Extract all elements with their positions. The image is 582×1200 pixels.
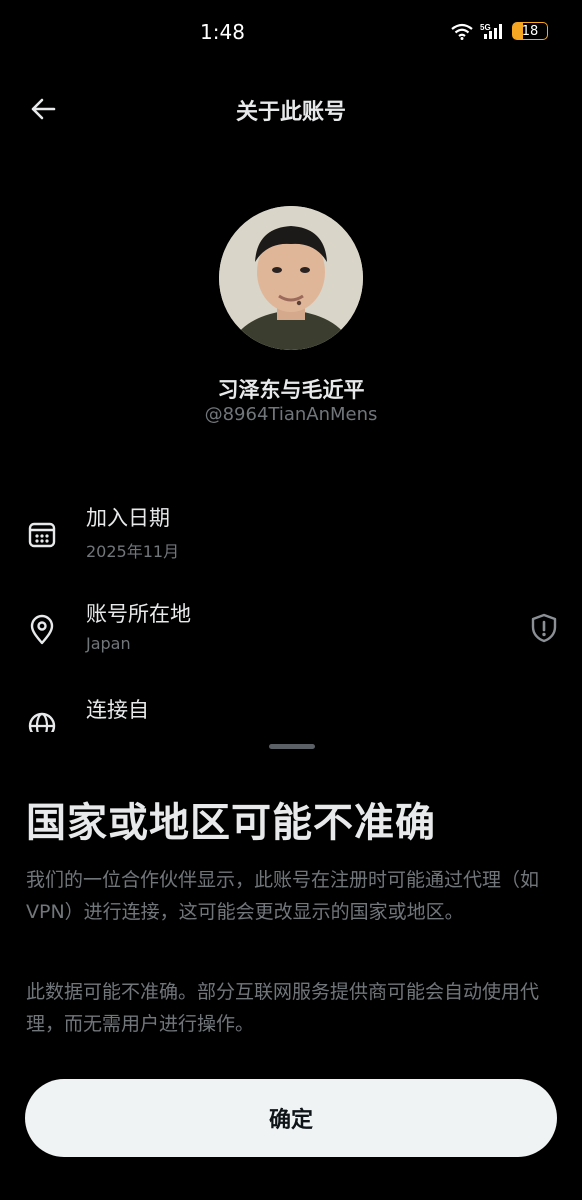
sheet-drag-handle[interactable] [269,744,315,749]
location-pin-icon [30,614,54,645]
connected-via-label: 连接自 [86,698,149,722]
header: 关于此账号 [0,80,582,140]
join-date-label: 加入日期 [86,506,170,530]
shield-alert-icon[interactable] [528,612,560,644]
sheet-paragraph-vpn: 我们的一位合作伙伴显示，此账号在注册时可能通过代理（如 VPN）进行连接，这可能… [26,869,540,923]
wifi-icon [451,23,473,40]
page-title: 关于此账号 [235,100,346,125]
join-date-value: 2025年11月 [86,542,180,561]
info-row-account-location: 账号所在地 Japan [0,598,582,668]
status-icons: 5G 18 [450,22,548,40]
account-location-label: 账号所在地 [86,602,191,626]
battery-indicator: 18 [512,22,548,40]
avatar-portrait [219,206,363,350]
confirm-button[interactable]: 确定 [25,1079,557,1157]
sheet-paragraph-accuracy: 此数据可能不准确。部分互联网服务提供商可能会自动使用代理，而无需用户进行操作。 [26,981,540,1035]
profile-handle: @8964TianAnMens [204,404,378,425]
info-row-join-date: 加入日期 2025年11月 [0,502,582,572]
profile-display-name: 习泽东与毛近平 [217,378,365,402]
account-location-value: Japan [86,634,131,653]
battery-level: 18 [521,24,539,39]
calendar-icon [28,522,56,548]
svg-text:5G: 5G [480,23,491,32]
bottom-sheet: 国家或地区可能不准确 我们的一位合作伙伴显示，此账号在注册时可能通过代理（如 V… [0,732,582,1200]
status-bar: 1:48 5G 18 [0,0,582,64]
status-time: 1:48 [200,20,245,44]
avatar[interactable] [219,206,363,350]
sheet-title: 国家或地区可能不准确 [26,800,436,846]
cellular-5g-icon: 5G [480,23,502,39]
